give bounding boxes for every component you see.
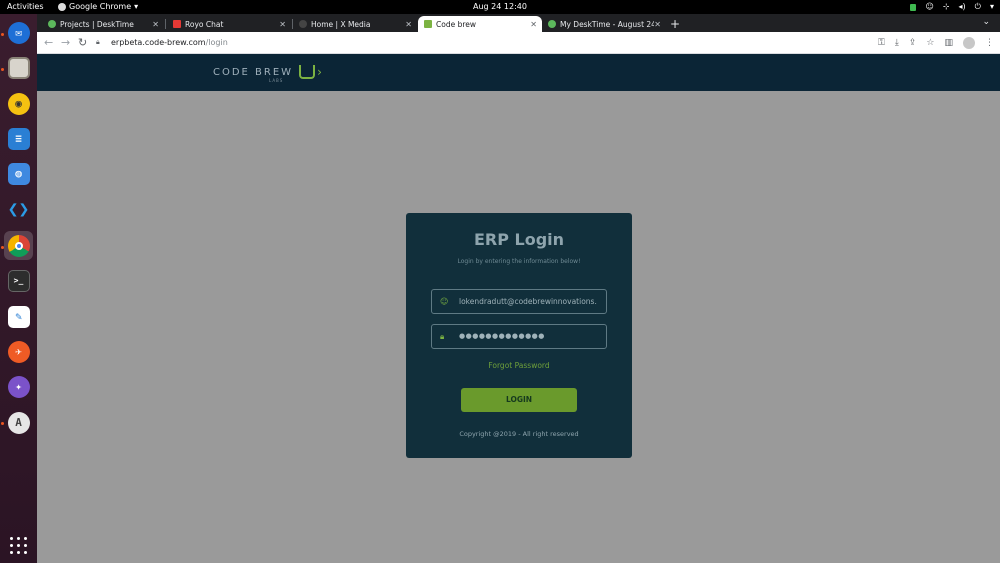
system-tray[interactable]: ☺ ⊹ ◂) ⏻ ▾ xyxy=(910,0,994,14)
chrome-icon xyxy=(7,234,30,257)
codebrew-favicon-icon xyxy=(424,20,432,28)
new-tab-plus-icon[interactable]: + xyxy=(670,16,680,32)
profile-avatar[interactable] xyxy=(963,37,975,49)
login-title: ERP Login xyxy=(473,230,565,249)
tab-close-icon[interactable]: ✕ xyxy=(279,20,286,29)
system-top-bar: Activities Google Chrome ▾ Aug 24 12:40 … xyxy=(0,0,1000,14)
dock-network-app[interactable]: ✦ xyxy=(4,372,33,401)
key-icon[interactable]: ⚿ xyxy=(878,35,885,51)
browser-tab-strip: Projects | DeskTime ✕ Royo Chat ✕ Home |… xyxy=(37,14,1000,32)
document-icon: ≡ xyxy=(7,127,30,150)
email-value[interactable]: lokendradutt@codebrewinnovations. xyxy=(459,290,604,313)
tab-close-icon[interactable]: ✕ xyxy=(530,20,537,29)
network-icon: ⊹ xyxy=(942,2,950,11)
tab-title: Code brew xyxy=(436,19,477,29)
folder-icon xyxy=(7,56,30,79)
dock-postman[interactable]: ✈ xyxy=(4,337,33,366)
accessibility-icon: ☺ xyxy=(925,2,934,11)
address-bar[interactable]: 🔒︎ erpbeta.code-brew.com/login xyxy=(92,35,942,51)
tab-code-brew[interactable]: Code brew ✕ xyxy=(418,16,542,32)
login-button[interactable]: LOGIN xyxy=(461,388,577,412)
dock-terminal[interactable]: >_ xyxy=(4,266,33,295)
dock: ✉ ◉ ≡ ◍ ❮❯ >_ ✎ ✈ ✦ A xyxy=(0,14,37,563)
forward-arrow-icon[interactable]: → xyxy=(61,35,70,51)
logo-wordmark: CODE BREW xyxy=(213,66,294,78)
tab-close-icon[interactable]: ✕ xyxy=(152,20,159,29)
dock-rhythmbox[interactable]: ◉ xyxy=(4,89,33,118)
tab-close-icon[interactable]: ✕ xyxy=(405,20,412,29)
tab-search-chevron-icon[interactable]: ⌄ xyxy=(982,17,990,27)
email-field[interactable]: ☺ lokendradutt@codebrewinnovations. xyxy=(431,289,607,314)
tab-close-icon[interactable]: ✕ xyxy=(654,20,661,29)
dock-vscode[interactable]: ❮❯ xyxy=(4,195,33,224)
terminal-icon: >_ xyxy=(7,269,30,292)
dock-thunderbird[interactable]: ✉ xyxy=(4,18,33,47)
dock-files[interactable] xyxy=(4,53,33,82)
lock-icon[interactable]: 🔒︎ xyxy=(96,38,100,47)
side-panel-icon[interactable]: ▥ xyxy=(944,35,953,51)
tab-royo-chat[interactable]: Royo Chat ✕ xyxy=(167,16,291,32)
lock-icon: 🔒︎ xyxy=(440,332,445,341)
tab-title: My DeskTime - August 24 xyxy=(560,19,654,29)
kebab-menu-icon[interactable]: ⋮ xyxy=(985,35,994,51)
tab-title: Home | X Media xyxy=(311,19,371,29)
desktime-favicon-icon xyxy=(548,20,556,28)
tab-my-desktime[interactable]: My DeskTime - August 24 ✕ xyxy=(542,16,666,32)
dock-chrome[interactable] xyxy=(4,231,33,260)
site-header: CODE BREW LABS › xyxy=(37,54,1000,91)
music-player-icon: ◉ xyxy=(7,92,30,115)
tab-projects-desktime[interactable]: Projects | DeskTime ✕ xyxy=(42,16,164,32)
text-editor-icon: ✎ xyxy=(7,305,30,328)
login-card: ERP Login Login by entering the informat… xyxy=(406,213,632,458)
url-text[interactable]: erpbeta.code-brew.com/login xyxy=(111,35,228,51)
reload-icon[interactable]: ↻ xyxy=(78,35,87,51)
postman-icon: ✈ xyxy=(7,340,30,363)
share-icon[interactable]: ⇪ xyxy=(909,35,917,51)
dock-text-editor[interactable]: ✎ xyxy=(4,302,33,331)
password-field[interactable]: 🔒︎ ●●●●●●●●●●●●● xyxy=(431,324,607,349)
clock[interactable]: Aug 24 12:40 xyxy=(0,0,1000,14)
user-icon: ☺ xyxy=(440,297,449,306)
notification-icon xyxy=(910,3,917,11)
dock-remote-desktop[interactable]: ◍ xyxy=(4,159,33,188)
logo-labs: LABS xyxy=(269,78,284,83)
copyright-text: Copyright @2019 - All right reserved xyxy=(459,430,579,438)
browser-toolbar: ← → ↻ 🔒︎ erpbeta.code-brew.com/login ⚿ ⤓… xyxy=(37,32,1000,54)
thunderbird-icon: ✉ xyxy=(7,21,30,44)
show-apps-grid-icon[interactable] xyxy=(10,537,27,554)
install-app-icon[interactable]: ⤓ xyxy=(895,35,899,51)
software-icon: A xyxy=(7,411,30,434)
page-viewport: CODE BREW LABS › ERP Login Login by ente… xyxy=(37,54,1000,563)
royo-favicon-icon xyxy=(173,20,181,28)
password-value[interactable]: ●●●●●●●●●●●●● xyxy=(459,325,604,348)
forgot-password-link[interactable]: Forgot Password xyxy=(406,361,632,370)
desktime-favicon-icon xyxy=(48,20,56,28)
bookmark-star-icon[interactable]: ☆ xyxy=(926,35,934,51)
network-graph-icon: ✦ xyxy=(7,375,30,398)
tab-home-x-media[interactable]: Home | X Media ✕ xyxy=(293,16,417,32)
chevron-right-icon: › xyxy=(317,65,322,79)
tab-title: Projects | DeskTime xyxy=(60,19,134,29)
login-subtitle: Login by entering the information below! xyxy=(457,258,581,265)
back-arrow-icon[interactable]: ← xyxy=(44,35,53,51)
volume-icon: ◂) xyxy=(958,2,966,11)
dock-writer[interactable]: ≡ xyxy=(4,124,33,153)
tab-separator xyxy=(165,19,166,29)
xmedia-favicon-icon xyxy=(299,20,307,28)
globe-icon: ◍ xyxy=(7,162,30,185)
caret-down-icon: ▾ xyxy=(989,2,994,11)
coffee-cup-icon xyxy=(299,65,316,79)
code-brew-logo[interactable]: CODE BREW LABS › xyxy=(213,65,322,83)
power-icon: ⏻ xyxy=(974,2,981,11)
vscode-icon: ❮❯ xyxy=(7,199,30,220)
toolbar-actions: ⚿ ⤓ ⇪ ☆ ▥ ⋮ xyxy=(878,35,994,51)
dock-software-updater[interactable]: A xyxy=(4,408,33,437)
tab-title: Royo Chat xyxy=(185,19,224,29)
